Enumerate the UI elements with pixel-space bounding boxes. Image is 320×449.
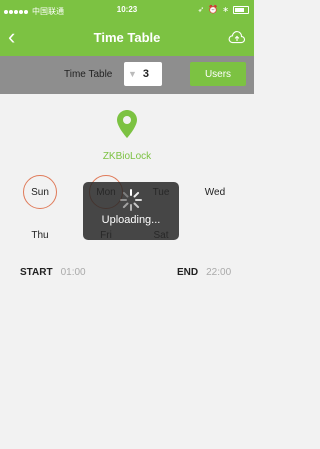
uploading-text: Uploading... [101, 214, 161, 226]
start-label: START [20, 267, 53, 278]
timetable-toolbar: Time Table ▼ 3 Users [0, 56, 254, 94]
end-value: 22:00 [206, 267, 232, 278]
timetable-select-value: 3 [142, 68, 150, 80]
uploading-hud: Uploading... [83, 182, 179, 240]
bluetooth-icon: ∗ [222, 5, 229, 14]
device-name: ZKBioLock [102, 151, 152, 162]
status-icons: ➶ ⏰ ∗ [198, 5, 249, 14]
end-time[interactable]: END 22:00 [177, 267, 231, 278]
timetable-label: Time Table [64, 69, 113, 80]
spinner-icon [120, 189, 142, 211]
location-icon: ➶ [197, 5, 205, 14]
start-time[interactable]: START 01:00 [20, 267, 86, 278]
nav-bar: ‹ Time Table [0, 20, 254, 56]
end-label: END [177, 267, 199, 278]
status-bar: 中国联通 10:23 ➶ ⏰ ∗ [0, 0, 254, 20]
day-thu[interactable]: Thu [23, 218, 57, 252]
page-title: Time Table [93, 30, 161, 45]
day-wed[interactable]: Wed [198, 175, 232, 209]
battery-icon [233, 5, 249, 14]
timetable-select[interactable]: ▼ 3 [124, 62, 162, 86]
day-sun[interactable]: Sun [23, 175, 57, 209]
cloud-upload-icon[interactable] [228, 29, 246, 47]
dropdown-arrow-icon: ▼ [128, 69, 137, 79]
users-button[interactable]: Users [190, 62, 246, 86]
location-pin-icon [117, 110, 137, 138]
start-value: 01:00 [60, 267, 86, 278]
alarm-icon: ⏰ [208, 5, 219, 14]
